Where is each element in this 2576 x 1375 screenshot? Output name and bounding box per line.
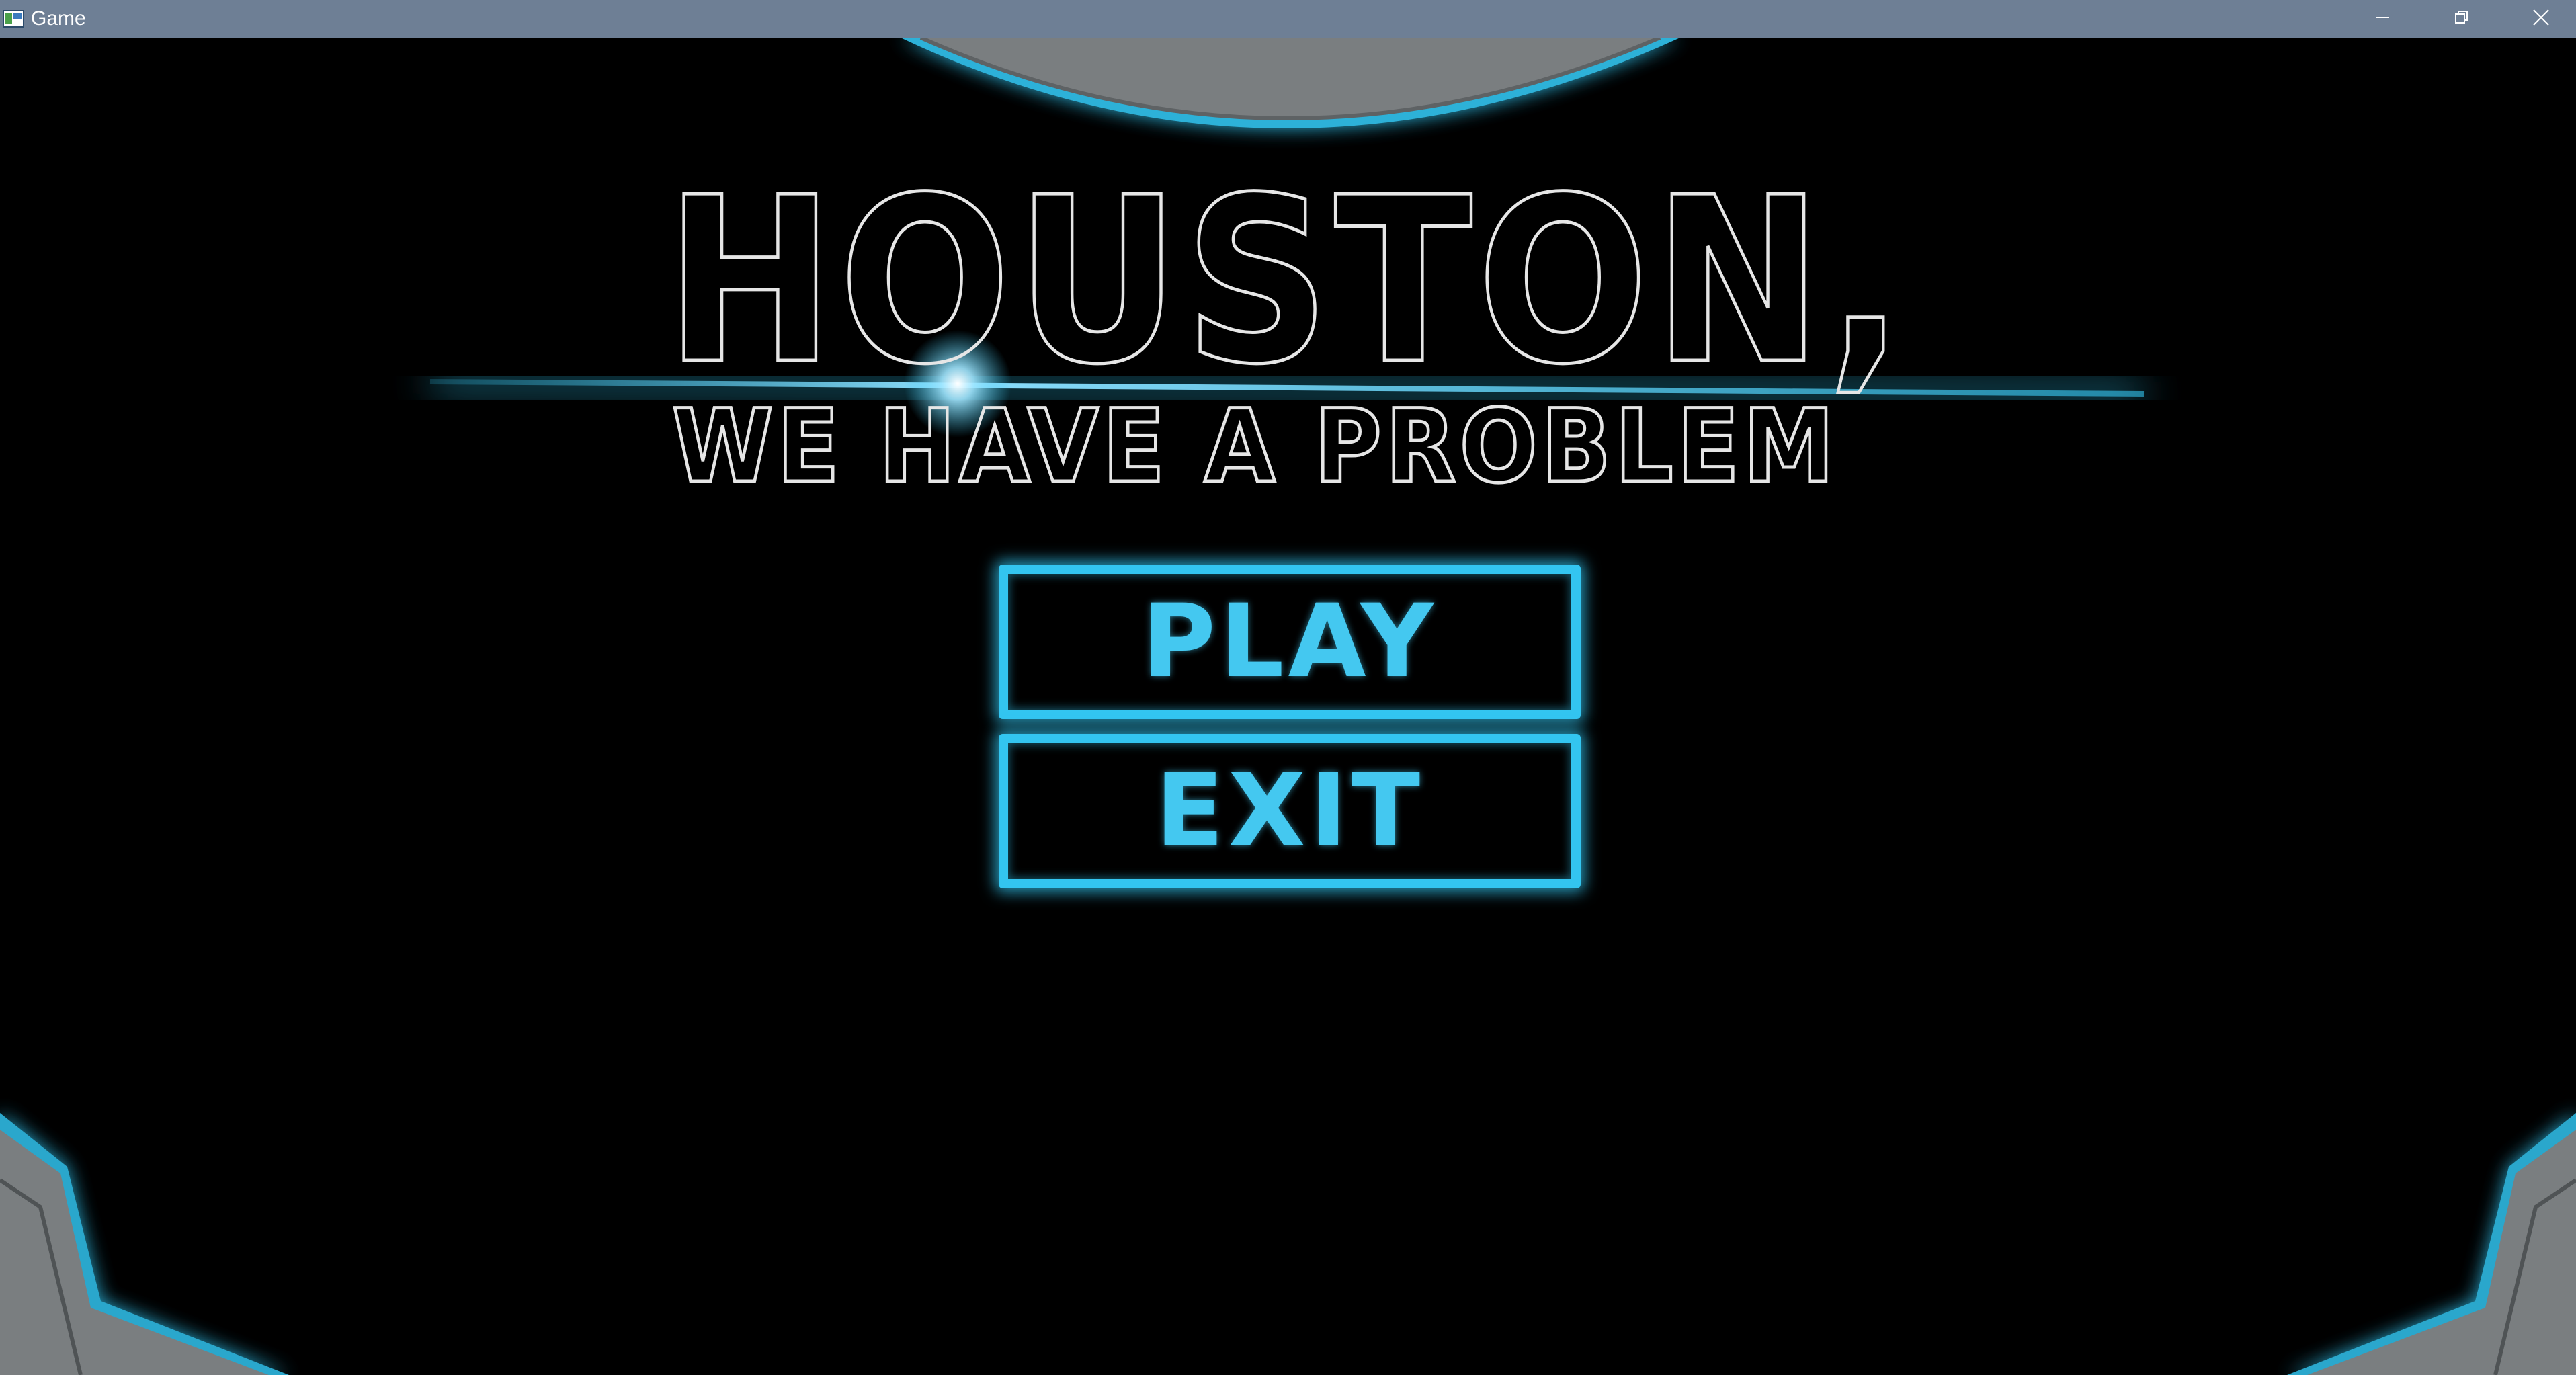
close-button[interactable] xyxy=(2501,0,2576,38)
maximize-button[interactable] xyxy=(2422,0,2501,38)
game-title-line1: HOUSTON, xyxy=(665,149,1909,415)
exit-button-label: EXIT xyxy=(1155,753,1425,870)
game-scene: HOUSTON, WE HAVE A PROBLEM PLAY EXIT xyxy=(0,38,2576,1375)
close-icon xyxy=(2532,9,2550,30)
top-dome-panel xyxy=(901,38,1680,128)
play-button[interactable]: PLAY xyxy=(999,565,1581,719)
window-title: Game xyxy=(31,7,86,30)
bottom-right-hull-panel xyxy=(2287,1113,2576,1375)
title-bar[interactable]: Game xyxy=(0,0,2576,38)
game-window-icon xyxy=(3,9,24,28)
minimize-icon xyxy=(2374,9,2391,29)
minimize-button[interactable] xyxy=(2343,0,2422,38)
game-window: Game HOUSTON, WE HAVE A PROBLEM PLAY EXI… xyxy=(0,0,2576,1375)
play-button-label: PLAY xyxy=(1142,583,1438,700)
game-title-line2: WE HAVE A PROBLEM xyxy=(672,388,1838,505)
exit-button[interactable]: EXIT xyxy=(999,734,1581,888)
restore-icon xyxy=(2454,9,2470,29)
bottom-left-hull-panel xyxy=(0,1113,289,1375)
